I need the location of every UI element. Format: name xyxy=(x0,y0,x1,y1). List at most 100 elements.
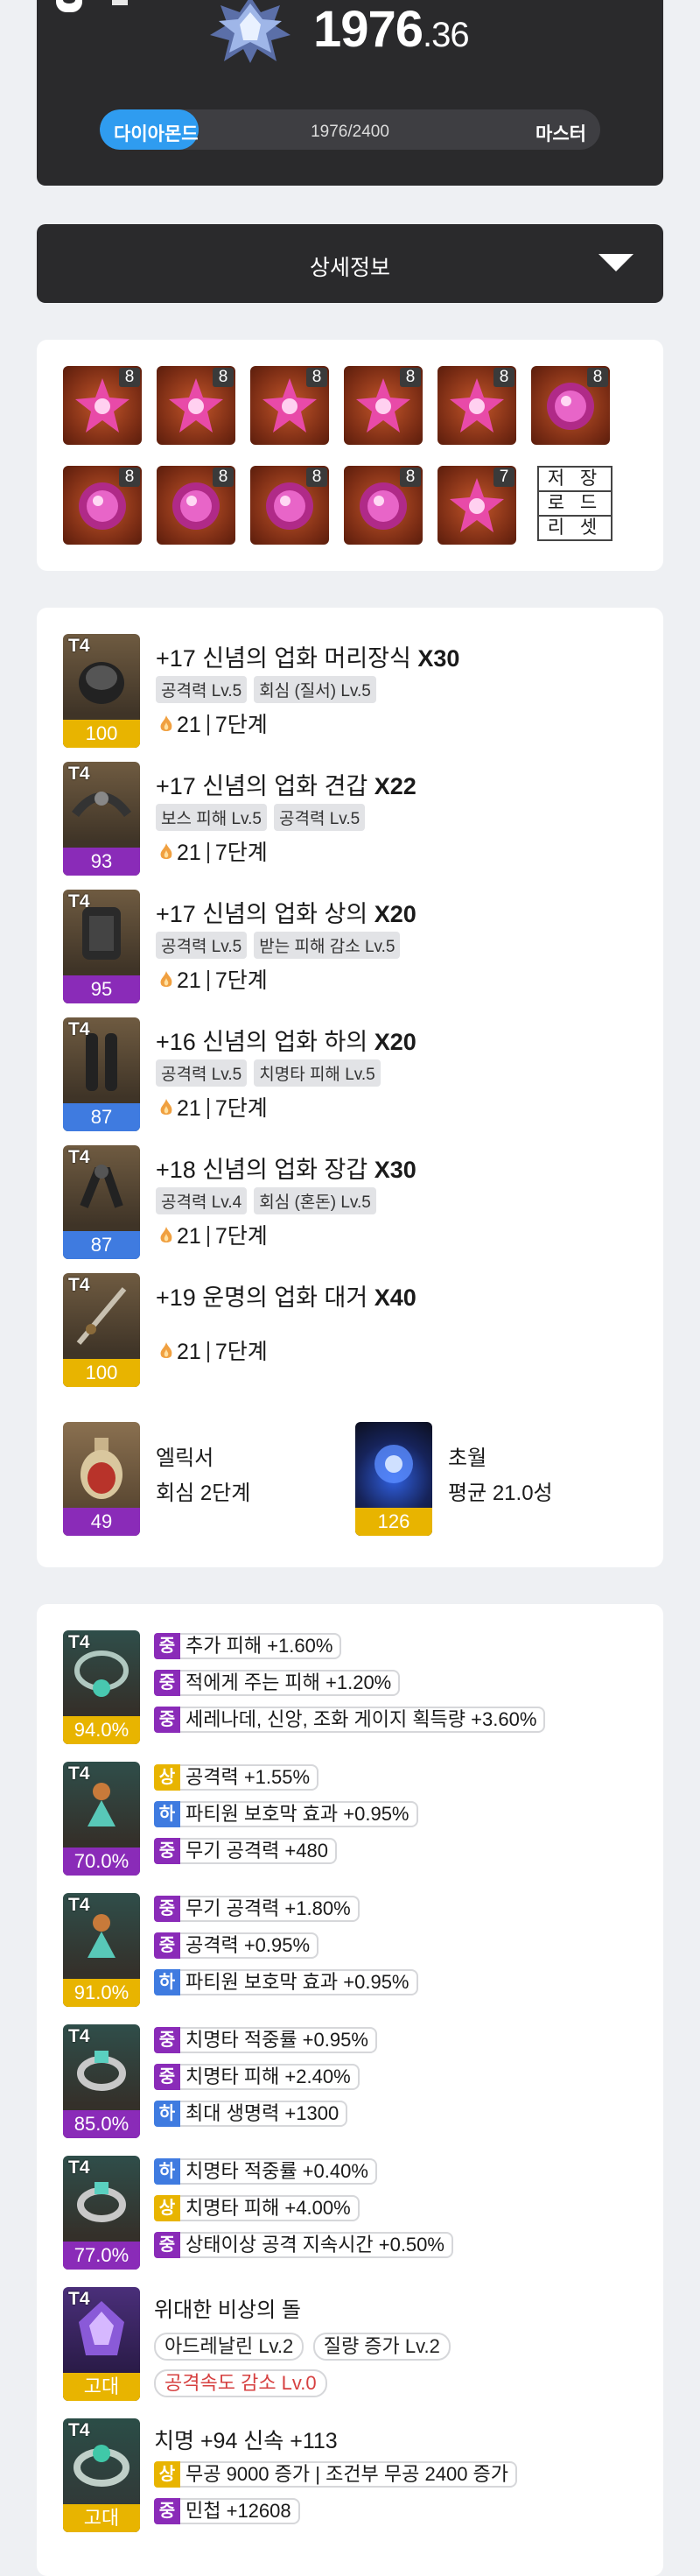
item-quality: 87 xyxy=(63,1231,140,1259)
gem-level: 7 xyxy=(494,468,514,487)
option-text: 파티원 보호막 효과 +0.95% xyxy=(180,1801,418,1827)
transcend-item[interactable]: 126 초월 평균 21.0성 xyxy=(355,1422,618,1536)
gem-slot[interactable]: 8 xyxy=(157,366,235,445)
engraving-tag: 치명타 피해 Lv.5 xyxy=(254,1059,381,1087)
item-title: +17 신념의 업화 상의 X20 xyxy=(156,901,416,927)
flame-icon xyxy=(160,843,172,859)
item-quality: 91.0% xyxy=(63,1979,140,2007)
item-title: +19 운명의 업화 대거 X40 xyxy=(156,1284,416,1311)
save-button[interactable]: 저 장 xyxy=(537,466,612,492)
engraving-tag: 회심 (혼돈) Lv.5 xyxy=(254,1187,376,1214)
gem-level: 8 xyxy=(400,468,421,487)
equipment-card: T4 100 +17 신념의 업화 머리장식 X30 공격력 Lv.5 회심 (질서) … xyxy=(37,608,663,1567)
accessories-card: T4 94.0% 중 추가 피해 +1.60% 중 적에게 주는 피해 +1.20% 중 세레… xyxy=(37,1604,663,2576)
character-class-icon xyxy=(56,0,82,12)
ability-stone-name: 위대한 비상의 돌 xyxy=(154,2298,301,2322)
gem-slot[interactable]: 8 xyxy=(63,366,142,445)
item-tier: T4 xyxy=(68,2026,90,2046)
item-tier: T4 xyxy=(68,891,90,911)
transcend-name: 초월 xyxy=(448,1446,487,1470)
elixir-item[interactable]: 49 엘릭서 회심 2단계 xyxy=(63,1422,326,1536)
earring-icon: T4 91.0% xyxy=(63,1893,140,2007)
option-grade-badge: 중 xyxy=(154,2498,180,2524)
item-tags: 공격력 Lv.5 받는 피해 감소 Lv.5 xyxy=(156,932,407,959)
gem-slot[interactable]: 8 xyxy=(250,466,329,545)
gem-slot[interactable]: 7 xyxy=(438,466,516,545)
transcend-quality: 126 xyxy=(355,1508,432,1536)
accessory-option: 상 공격력 +1.55% xyxy=(154,1762,418,1793)
gem-slot[interactable]: 8 xyxy=(438,366,516,445)
option-text: 치명타 적중률 +0.95% xyxy=(180,2027,377,2053)
transcend-stage: 7단계 xyxy=(214,713,268,737)
option-grade-badge: 중 xyxy=(154,1670,180,1696)
equipment-icon: T4 95 xyxy=(63,890,140,1003)
tier-progress-text: 1976/2400 xyxy=(311,123,389,141)
equipment-row[interactable]: T4 100 +17 신념의 업화 머리장식 X30 공격력 Lv.5 회심 (질서) … xyxy=(63,634,640,748)
gem-slot[interactable]: 8 xyxy=(250,366,329,445)
accessory-row[interactable]: T4 70.0% 상 공격력 +1.55% 하 파티원 보호막 효과 +0.95% 중 무기 … xyxy=(63,1762,640,1876)
ability-stone-row[interactable]: T4 고대 위대한 비상의 돌 아드레날린 Lv.2 질량 증가 Lv.2 공격… xyxy=(63,2287,640,2401)
item-tier: T4 xyxy=(68,1275,90,1295)
equipment-row[interactable]: T4 87 +16 신념의 업화 하의 X20 공격력 Lv.5 치명타 피해 Lv.5… xyxy=(63,1017,640,1131)
gem-slot[interactable]: 8 xyxy=(344,366,423,445)
engraving-tag: 공격력 Lv.5 xyxy=(156,1059,248,1087)
ring-icon: T4 85.0% xyxy=(63,2024,140,2138)
negative-engraving-pill: 공격속도 감소 Lv.0 xyxy=(154,2369,327,2397)
item-tier: T4 xyxy=(68,1147,90,1167)
item-quality: 100 xyxy=(63,1359,140,1387)
option-text: 파티원 보호막 효과 +0.95% xyxy=(180,1969,418,1995)
option-grade-badge: 중 xyxy=(154,1838,180,1864)
item-quality: 70.0% xyxy=(63,1848,140,1876)
flame-icon xyxy=(160,1342,172,1358)
gem-slot[interactable]: 8 xyxy=(531,366,610,445)
item-transcend-line: 21 7단계 xyxy=(156,835,268,867)
accessory-row[interactable]: T4 94.0% 중 추가 피해 +1.60% 중 적에게 주는 피해 +1.20% 중 세레… xyxy=(63,1630,640,1744)
item-multiplier: X40 xyxy=(374,1284,416,1311)
accessory-options: 하 치명타 적중률 +0.40% 상 치명타 피해 +4.00% 중 상태이상 공격 지속… xyxy=(154,2156,453,2266)
gem-preset-controls: 저 장 로 드 리 셋 xyxy=(537,466,612,541)
accessory-option: 중 세레나데, 신앙, 조화 게이지 획득량 +3.60% xyxy=(154,1704,546,1735)
accessory-options: 중 추가 피해 +1.60% 중 적에게 주는 피해 +1.20% 중 세레나데, 신앙,… xyxy=(154,1630,546,1741)
gem-slot[interactable]: 8 xyxy=(157,466,235,545)
accessory-row[interactable]: T4 77.0% 하 치명타 적중률 +0.40% 상 치명타 피해 +4.00% 중 상태이… xyxy=(63,2156,640,2270)
flame-icon xyxy=(160,715,172,731)
details-dropdown-button[interactable]: 상세정보 xyxy=(37,224,663,303)
accessory-option: 하 파티원 보호막 효과 +0.95% xyxy=(154,1967,418,1998)
item-quality: 87 xyxy=(63,1103,140,1131)
option-text: 민첩 +12608 xyxy=(180,2498,300,2524)
accessory-row[interactable]: T4 85.0% 중 치명타 적중률 +0.95% 중 치명타 피해 +2.40% 하 최대 … xyxy=(63,2024,640,2138)
gem-slot[interactable]: 8 xyxy=(63,466,142,545)
tier-next-label: 마스터 xyxy=(536,124,586,144)
combat-score: 1976.36 xyxy=(313,1,470,58)
item-transcend-line: 21 7단계 xyxy=(156,1334,268,1366)
gems-card: 8 8 8 8 8 8 8 8 8 8 7 저 장 로 드 리 셋 xyxy=(37,340,663,571)
option-grade-badge: 상 xyxy=(154,2195,180,2221)
engraving-tag: 공격력 Lv.5 xyxy=(156,676,248,703)
transcend-level: 21 xyxy=(177,713,201,737)
accessory-option: 중 상태이상 공격 지속시간 +0.50% xyxy=(154,2229,453,2261)
equipment-row[interactable]: T4 93 +17 신념의 업화 견갑 X22 보스 피해 Lv.5 공격력 Lv.5 2… xyxy=(63,762,640,876)
accessory-option: 하 파티원 보호막 효과 +0.95% xyxy=(154,1798,418,1830)
equipment-row[interactable]: T4 95 +17 신념의 업화 상의 X20 공격력 Lv.5 받는 피해 감소 Lv… xyxy=(63,890,640,1003)
option-grade-badge: 중 xyxy=(154,1633,180,1659)
item-title: +16 신념의 업화 하의 X20 xyxy=(156,1029,416,1055)
gem-slot[interactable]: 8 xyxy=(344,466,423,545)
engraving-pill: 아드레날린 Lv.2 xyxy=(154,2333,304,2361)
item-transcend-line: 21 7단계 xyxy=(156,963,268,995)
reset-button[interactable]: 리 셋 xyxy=(537,515,612,541)
accessory-row[interactable]: T4 91.0% 중 무기 공격력 +1.80% 중 공격력 +0.95% 하 파티원 보호막… xyxy=(63,1893,640,2007)
equipment-row[interactable]: T4 87 +18 신념의 업화 장갑 X30 공격력 Lv.4 회심 (혼돈) Lv.… xyxy=(63,1145,640,1259)
engraving-tag: 공격력 Lv.5 xyxy=(156,932,248,959)
gem-level: 8 xyxy=(494,368,514,387)
equipment-row[interactable]: T4 100 +19 운명의 업화 대거 X40 21 7단계 xyxy=(63,1273,640,1387)
ring-icon: T4 77.0% xyxy=(63,2156,140,2270)
bracelet-row[interactable]: T4 고대 치명 +94 신속 +113 상 무공 9000 증가 | 조건부 무… xyxy=(63,2418,640,2532)
option-grade-badge: 중 xyxy=(154,2232,180,2258)
accessory-options: 중 무기 공격력 +1.80% 중 공격력 +0.95% 하 파티원 보호막 효과 +0.… xyxy=(154,1893,418,2003)
transcend-stage: 7단계 xyxy=(214,1096,268,1121)
load-button[interactable]: 로 드 xyxy=(537,490,612,517)
item-title: +17 신념의 업화 머리장식 X30 xyxy=(156,645,460,672)
accessory-option: 하 최대 생명력 +1300 xyxy=(154,2098,377,2129)
equipment-icon: T4 100 xyxy=(63,1273,140,1387)
elixir-value: 회심 2단계 xyxy=(156,1482,251,1505)
